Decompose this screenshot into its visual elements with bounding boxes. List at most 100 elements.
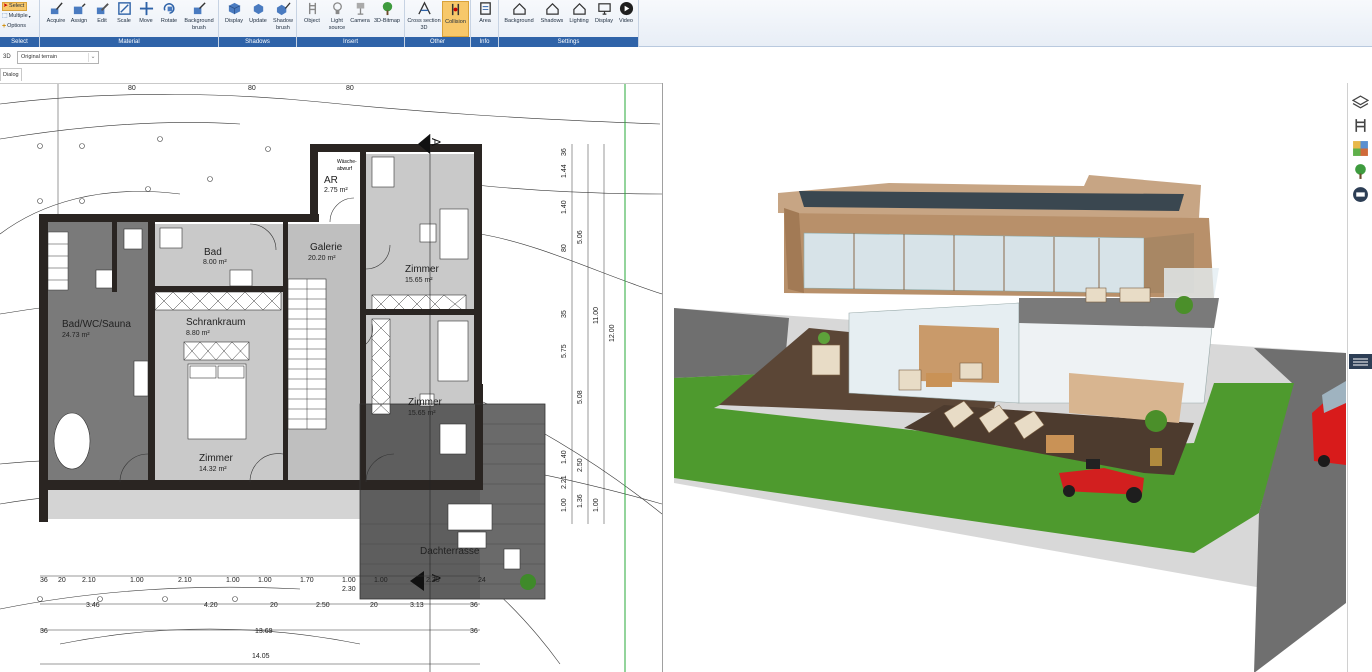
catalog-button[interactable]	[1351, 185, 1370, 204]
dim-row1: 1.00	[226, 577, 240, 584]
camera-tool[interactable]: Camera	[348, 1, 372, 37]
acquire-tool[interactable]: Acquire	[44, 1, 68, 37]
shadows-group-label: Shadows	[219, 37, 296, 47]
dim-right: 1.36	[577, 494, 584, 508]
house-lighting-icon	[572, 2, 586, 15]
room-area-galerie: 20.20 m²	[308, 255, 336, 262]
dim-right: 5.75	[561, 344, 568, 358]
room-name-schrankraum: Schrankraum	[186, 317, 245, 328]
pane-splitter[interactable]	[662, 83, 673, 672]
dim-row3: 36	[40, 628, 48, 635]
assign-tool[interactable]: Assign	[68, 1, 90, 37]
video-label: Video	[619, 18, 633, 24]
light-source-tool[interactable]: Light source	[324, 1, 350, 37]
washer-note-line1: Wäsche-	[337, 159, 357, 165]
dim-row1: 2.10	[178, 577, 192, 584]
panel-collapse-handle[interactable]	[1349, 354, 1372, 369]
room-area-ar: 2.75 m²	[324, 187, 348, 194]
object-tool[interactable]: Object	[300, 1, 324, 37]
scale-tool[interactable]: Scale	[114, 1, 134, 37]
floor-plan-view[interactable]: A A Bad 8.00 m² Galerie 20.20 m² AR 2.75…	[0, 83, 662, 672]
house-shadow-icon	[545, 2, 559, 15]
video-tool[interactable]: Video	[615, 1, 637, 37]
area-label: Area	[479, 18, 491, 24]
terrain-dropdown[interactable]: Original terrain ⌄	[17, 51, 99, 64]
plant-icon	[520, 574, 536, 590]
plants-button[interactable]	[1351, 162, 1370, 181]
select-group: ➤ Select ⬚ Multiple ▾ + Options Select	[0, 0, 40, 47]
display-setting-tool[interactable]: Display	[592, 1, 616, 37]
cross-section-3d-tool[interactable]: Cross section 3D	[407, 1, 441, 37]
move-label: Move	[139, 18, 153, 24]
dim-right: 1.40	[561, 450, 568, 464]
select-group-label: Select	[0, 37, 39, 47]
room-name-dachterrasse: Dachterrasse	[420, 546, 480, 557]
dim-row2: 2.30	[342, 586, 356, 593]
multiple-button[interactable]: ⬚ Multiple ▾	[2, 12, 31, 21]
view-options-bar: 3D Original terrain ⌄	[0, 48, 1372, 68]
room-name-zimmer-upper: Zimmer	[405, 264, 440, 275]
dim-row2: 2.50	[316, 602, 330, 609]
room-area-zimmer-upper: 15.65 m²	[405, 277, 433, 284]
area-tool[interactable]: Area	[473, 1, 497, 37]
update-shadow-icon	[253, 3, 263, 15]
camera-label: Camera	[350, 18, 370, 24]
select-label: Select	[9, 3, 25, 9]
edit-label: Edit	[97, 18, 107, 24]
monitor-icon	[597, 3, 611, 15]
shadows-setting-label: Shadows	[540, 18, 564, 24]
staircase	[287, 278, 327, 430]
multiple-label: Multiple	[8, 13, 28, 19]
dropdown-arrow-icon: ▾	[28, 14, 31, 19]
room-name-zimmer-main: Zimmer	[199, 453, 234, 464]
options-button[interactable]: + Options	[2, 22, 26, 31]
dim-row1: 1.70	[300, 577, 314, 584]
shadow-brush-tool[interactable]: Shadow brush	[270, 1, 296, 37]
acquire-label: Acquire	[46, 18, 66, 24]
layers-button[interactable]	[1351, 93, 1370, 112]
collision-label: Collision	[445, 19, 466, 25]
furniture-catalog-button[interactable]	[1351, 116, 1370, 135]
3d-scene	[674, 83, 1346, 672]
materials-button[interactable]	[1351, 139, 1370, 158]
select-button[interactable]: ➤ Select	[2, 2, 28, 11]
update-shadow-label: Update	[249, 18, 267, 24]
dim-row1: 24	[478, 577, 486, 584]
chair-icon	[1355, 119, 1366, 132]
edit-tool[interactable]: Edit	[92, 1, 112, 37]
rotate-label: Rotate	[160, 18, 178, 24]
eyedropper-icon	[50, 2, 63, 15]
background-setting-tool[interactable]: Background	[501, 1, 537, 37]
shadow-cube-icon	[228, 2, 240, 15]
dialog-tab[interactable]: Dialog	[0, 68, 22, 81]
tree-icon	[1355, 164, 1366, 179]
sauna-bench	[47, 231, 69, 291]
lighting-setting-tool[interactable]: Lighting	[566, 1, 592, 37]
dim-right: 5.06	[577, 230, 584, 244]
move-tool[interactable]: Move	[136, 1, 156, 37]
update-shadow-tool[interactable]: Update	[246, 1, 270, 37]
shadows-setting-tool[interactable]: Shadows	[538, 1, 566, 37]
3d-view[interactable]	[674, 83, 1346, 672]
background-brush-tool[interactable]: Background brush	[181, 1, 217, 37]
display-shadow-tool[interactable]: Display	[222, 1, 246, 37]
bitmap-3d-tool[interactable]: 3D-Bitmap	[371, 1, 403, 37]
chair-object-icon	[308, 2, 316, 15]
right-dimensions: 36 1.44 1.40 80 5.06 35 5.75 11.00 12.00…	[561, 148, 616, 512]
section-marker-top: A	[429, 138, 443, 146]
cross-section-label: Cross section 3D	[407, 18, 441, 31]
dim-row3: 13.69	[255, 628, 273, 635]
menu-lines-icon	[1353, 358, 1368, 366]
dim-row1: 20	[58, 577, 66, 584]
floor-plan-drawing: A A Bad 8.00 m² Galerie 20.20 m² AR 2.75…	[0, 84, 662, 672]
material-group: Acquire Assign Edit Scale Move Rotate Ba…	[40, 0, 219, 47]
settings-group: Background Shadows Lighting Display Vide…	[499, 0, 639, 47]
collision-tool[interactable]: Collision	[442, 1, 469, 37]
dim-row1: 2.10	[82, 577, 96, 584]
room-name-sauna: Bad/WC/Sauna	[62, 319, 131, 330]
dim-row2: 20	[370, 602, 378, 609]
rotate-tool[interactable]: Rotate	[158, 1, 180, 37]
cursor-icon: ➤	[3, 3, 9, 9]
room-name-bad: Bad	[204, 247, 222, 258]
room-name-galerie: Galerie	[310, 242, 343, 253]
